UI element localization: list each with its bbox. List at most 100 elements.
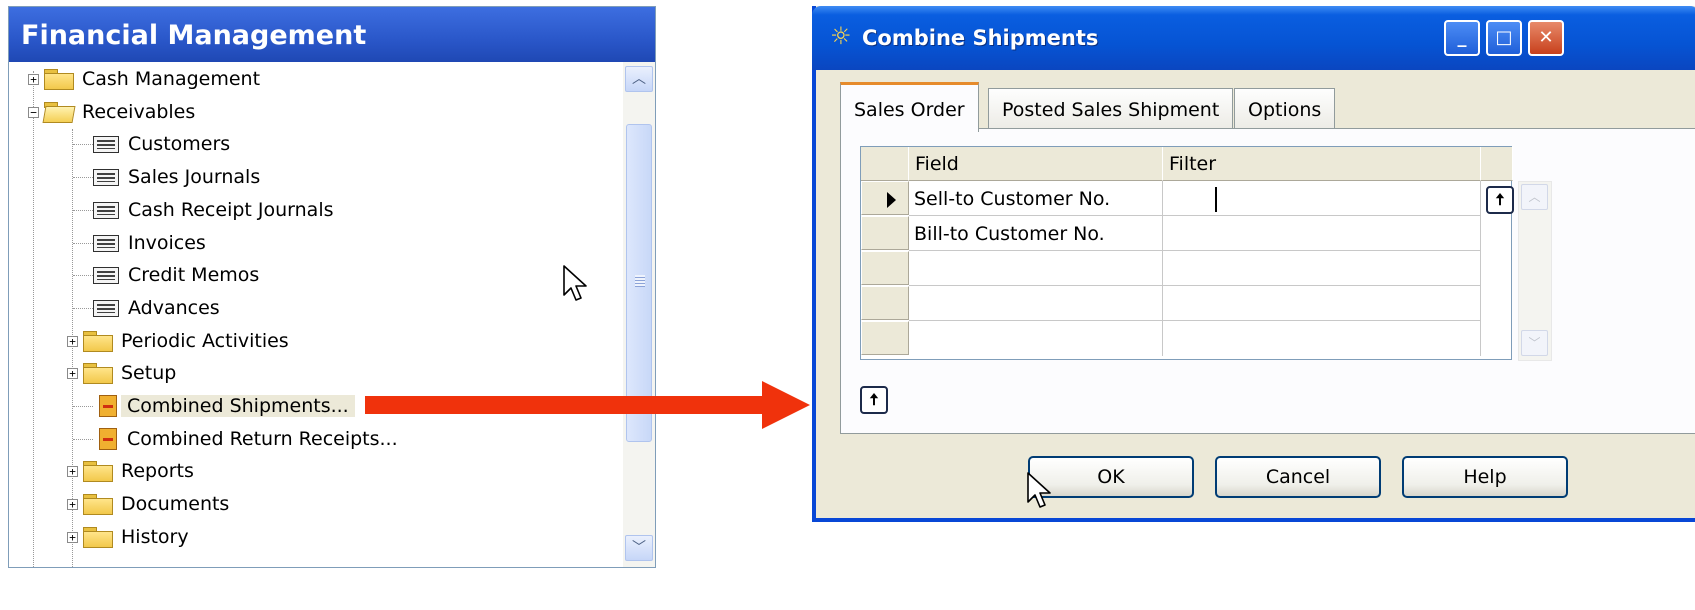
grid-cell-field[interactable] bbox=[909, 321, 1163, 356]
minimize-button[interactable]: _ bbox=[1444, 20, 1480, 56]
open-folder-icon bbox=[44, 102, 74, 122]
grid-scroll-up-button[interactable]: ︿ bbox=[1521, 184, 1548, 210]
tab-sales-order[interactable]: Sales Order bbox=[840, 82, 979, 132]
grid-header-blank bbox=[1481, 147, 1513, 181]
tree-item-label: Setup bbox=[121, 362, 177, 384]
row-selector[interactable] bbox=[861, 216, 909, 250]
move-up-button[interactable]: 🠅 bbox=[860, 386, 888, 414]
tree-item-cash-management[interactable]: + Cash Management bbox=[28, 63, 260, 95]
expand-icon[interactable]: + bbox=[67, 465, 78, 477]
grid-cell-filter[interactable] bbox=[1163, 321, 1481, 356]
report-icon bbox=[99, 428, 117, 450]
current-row-indicator-icon bbox=[887, 192, 896, 208]
row-selector[interactable] bbox=[861, 251, 909, 285]
scroll-down-button[interactable]: ﹀ bbox=[625, 535, 653, 561]
tree-item-receivables[interactable]: − Receivables bbox=[28, 96, 195, 128]
nav-pane-title: Financial Management bbox=[9, 7, 655, 62]
cancel-button[interactable]: Cancel bbox=[1215, 456, 1381, 498]
row-selector[interactable] bbox=[861, 181, 909, 215]
tree-item-label: Invoices bbox=[128, 232, 206, 254]
tree-connector bbox=[73, 275, 93, 276]
scroll-grip-icon bbox=[635, 275, 645, 287]
grid-cell-filter[interactable] bbox=[1163, 181, 1481, 216]
dialog-titlebar[interactable]: ☼ Combine Shipments _ □ ✕ bbox=[812, 6, 1695, 70]
grid-cell-field[interactable] bbox=[909, 286, 1163, 321]
tree-item-label: Receivables bbox=[82, 101, 196, 123]
tree-item-label: Cash Receipt Journals bbox=[128, 199, 334, 221]
grid-scroll-down-button[interactable]: ﹀ bbox=[1521, 330, 1548, 356]
tree-item-label: Periodic Activities bbox=[121, 330, 289, 352]
report-icon bbox=[99, 395, 117, 417]
tree-item-label: Documents bbox=[121, 493, 230, 515]
close-button[interactable]: ✕ bbox=[1528, 20, 1564, 56]
tree-item-label: Sales Journals bbox=[128, 166, 261, 188]
tree-item-label: Combined Shipments... bbox=[121, 395, 355, 417]
form-icon bbox=[93, 299, 119, 317]
tree-item-combined-shipments[interactable]: Combined Shipments... bbox=[99, 390, 355, 422]
form-icon bbox=[93, 135, 119, 153]
dialog-title: Combine Shipments bbox=[862, 26, 1099, 50]
tab-options[interactable]: Options bbox=[1234, 88, 1336, 130]
grid-scrollbar[interactable]: ︿ ﹀ bbox=[1518, 181, 1552, 361]
expand-icon[interactable]: + bbox=[67, 335, 78, 347]
row-selector[interactable] bbox=[861, 321, 909, 355]
grid-cell-field[interactable]: Sell-to Customer No. bbox=[909, 181, 1163, 216]
grid-corner bbox=[861, 147, 909, 181]
tree-item-combined-return-receipts[interactable]: Combined Return Receipts... bbox=[99, 423, 398, 455]
expand-icon[interactable]: + bbox=[67, 367, 78, 379]
tree-item-label: History bbox=[121, 526, 189, 548]
tree-item-label: Customers bbox=[128, 133, 231, 155]
tree-connector bbox=[73, 144, 93, 145]
annotation-arrow-head bbox=[762, 381, 810, 429]
tree-connector bbox=[73, 439, 93, 440]
folder-icon bbox=[44, 69, 74, 90]
scroll-thumb[interactable] bbox=[626, 124, 652, 442]
tree-connector bbox=[73, 243, 93, 244]
column-header-filter[interactable]: Filter bbox=[1163, 147, 1481, 181]
folder-icon bbox=[83, 363, 113, 384]
navigation-pane: Financial Management + Cash Management −… bbox=[8, 6, 656, 568]
maximize-button[interactable]: □ bbox=[1486, 20, 1522, 56]
column-header-field[interactable]: Field bbox=[909, 147, 1163, 181]
tree-item-label: Advances bbox=[128, 297, 220, 319]
filter-grid[interactable]: Field Filter Sell-to Customer No. Bill-t… bbox=[860, 146, 1513, 360]
tree-item-credit-memos[interactable]: Credit Memos bbox=[93, 259, 259, 291]
annotation-arrow-shaft bbox=[365, 396, 770, 414]
tree-item-sales-journals[interactable]: Sales Journals bbox=[93, 161, 260, 193]
grid-cell-filter[interactable] bbox=[1163, 251, 1481, 286]
tree-item-setup[interactable]: + Setup bbox=[67, 357, 176, 389]
tree-item-customers[interactable]: Customers bbox=[93, 128, 230, 160]
folder-icon bbox=[83, 461, 113, 482]
grid-cell-field[interactable] bbox=[909, 251, 1163, 286]
tree-connector bbox=[73, 177, 93, 178]
tree-guide-line bbox=[33, 71, 34, 567]
tree-connector bbox=[73, 308, 93, 309]
collapse-icon[interactable]: − bbox=[28, 106, 39, 118]
tree-item-cash-receipt-journals[interactable]: Cash Receipt Journals bbox=[93, 194, 334, 226]
tree-item-periodic-activities[interactable]: + Periodic Activities bbox=[67, 325, 289, 357]
report-sun-icon: ☼ bbox=[830, 22, 852, 50]
help-button[interactable]: Help bbox=[1402, 456, 1568, 498]
expand-icon[interactable]: + bbox=[28, 73, 39, 85]
assist-edit-up-button[interactable]: 🠅 bbox=[1486, 186, 1514, 214]
tree-item-documents[interactable]: + Documents bbox=[67, 488, 229, 520]
expand-icon[interactable]: + bbox=[67, 531, 78, 543]
tree-item-invoices[interactable]: Invoices bbox=[93, 227, 206, 259]
folder-icon bbox=[83, 527, 113, 548]
grid-cell-filter[interactable] bbox=[1163, 286, 1481, 321]
tree-item-label: Credit Memos bbox=[128, 264, 260, 286]
tree-item-advances[interactable]: Advances bbox=[93, 292, 220, 324]
tree-connector bbox=[73, 210, 93, 211]
row-selector[interactable] bbox=[861, 286, 909, 320]
folder-icon bbox=[83, 494, 113, 515]
tree-item-label: Cash Management bbox=[82, 68, 261, 90]
tab-posted-sales-shipment[interactable]: Posted Sales Shipment bbox=[988, 88, 1234, 130]
grid-cell-field[interactable]: Bill-to Customer No. bbox=[909, 216, 1163, 251]
tree-connector bbox=[73, 406, 93, 407]
grid-cell-filter[interactable] bbox=[1163, 216, 1481, 251]
expand-icon[interactable]: + bbox=[67, 498, 78, 510]
nav-scrollbar[interactable]: ︿ ﹀ bbox=[623, 62, 655, 567]
tree-item-history[interactable]: + History bbox=[67, 521, 189, 553]
scroll-up-button[interactable]: ︿ bbox=[625, 66, 653, 92]
tree-item-reports[interactable]: + Reports bbox=[67, 455, 194, 487]
